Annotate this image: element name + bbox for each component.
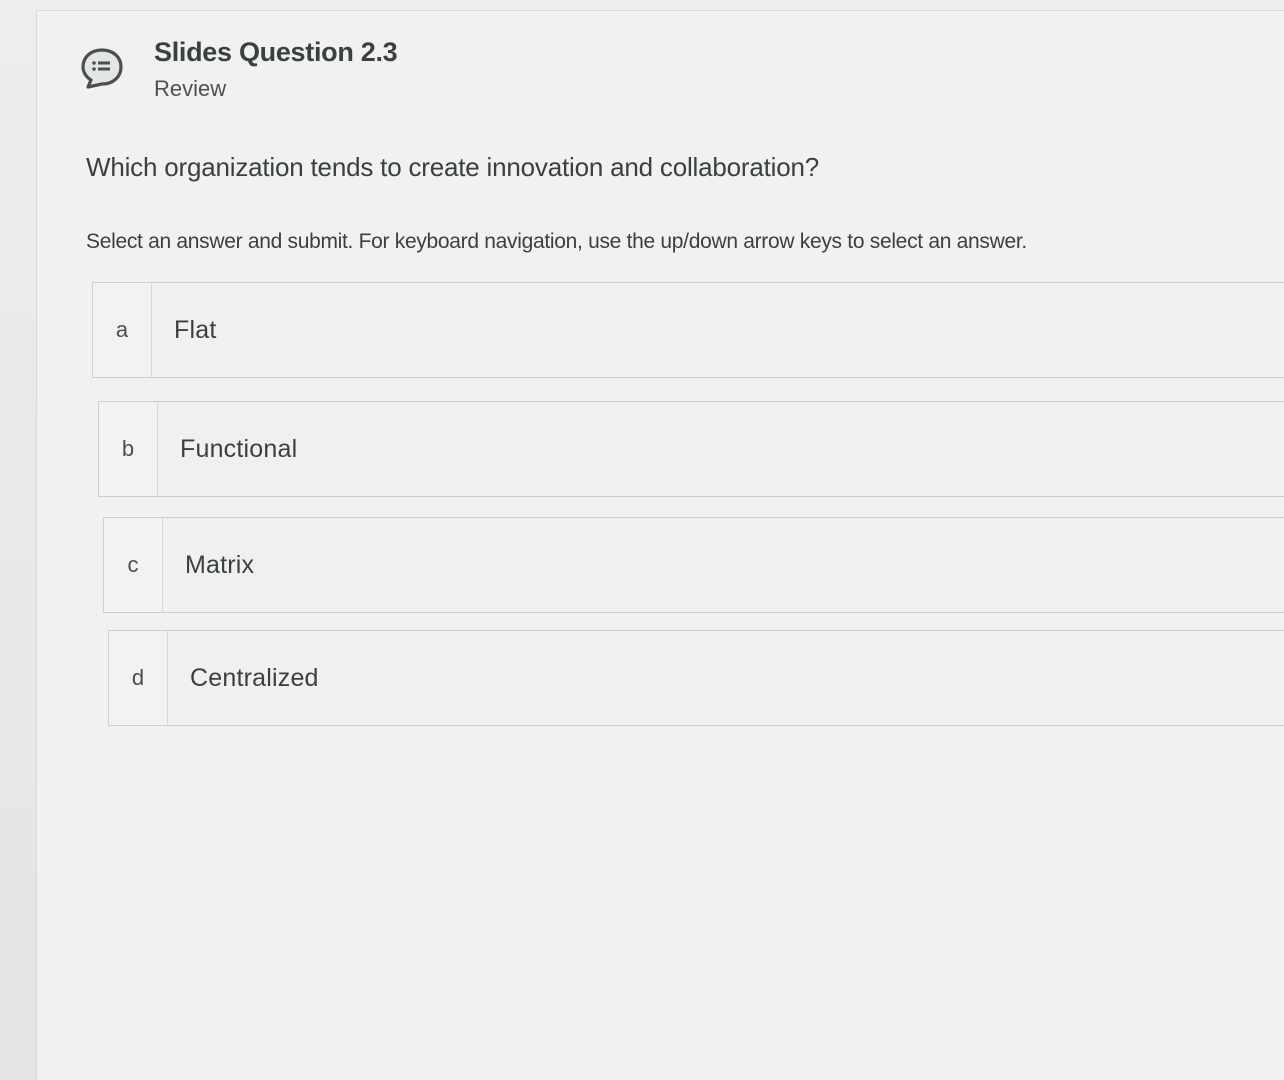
question-list-icon [80,47,123,89]
answer-option-d[interactable]: d Centralized [108,630,1284,726]
page-title: Slides Question 2.3 [154,37,398,67]
answer-letter: c [104,518,163,612]
answer-label: Flat [174,315,217,344]
answer-label: Functional [180,434,298,463]
answer-letter: d [109,631,168,725]
answer-letter: b [99,402,158,496]
question-text: Which organization tends to create innov… [86,152,820,182]
answer-option-c[interactable]: c Matrix [103,517,1284,613]
answer-label: Centralized [190,663,319,692]
question-instructions: Select an answer and submit. For keyboar… [86,230,1027,253]
answer-option-a[interactable]: a Flat [92,282,1284,378]
answer-letter: a [93,283,152,377]
answer-option-b[interactable]: b Functional [98,401,1284,497]
page-subtitle: Review [154,76,227,101]
page: Slides Question 2.3 Review Which organiz… [0,0,1284,1080]
question-header: Slides Question 2.3 Review [80,34,398,104]
answer-label: Matrix [185,550,255,579]
